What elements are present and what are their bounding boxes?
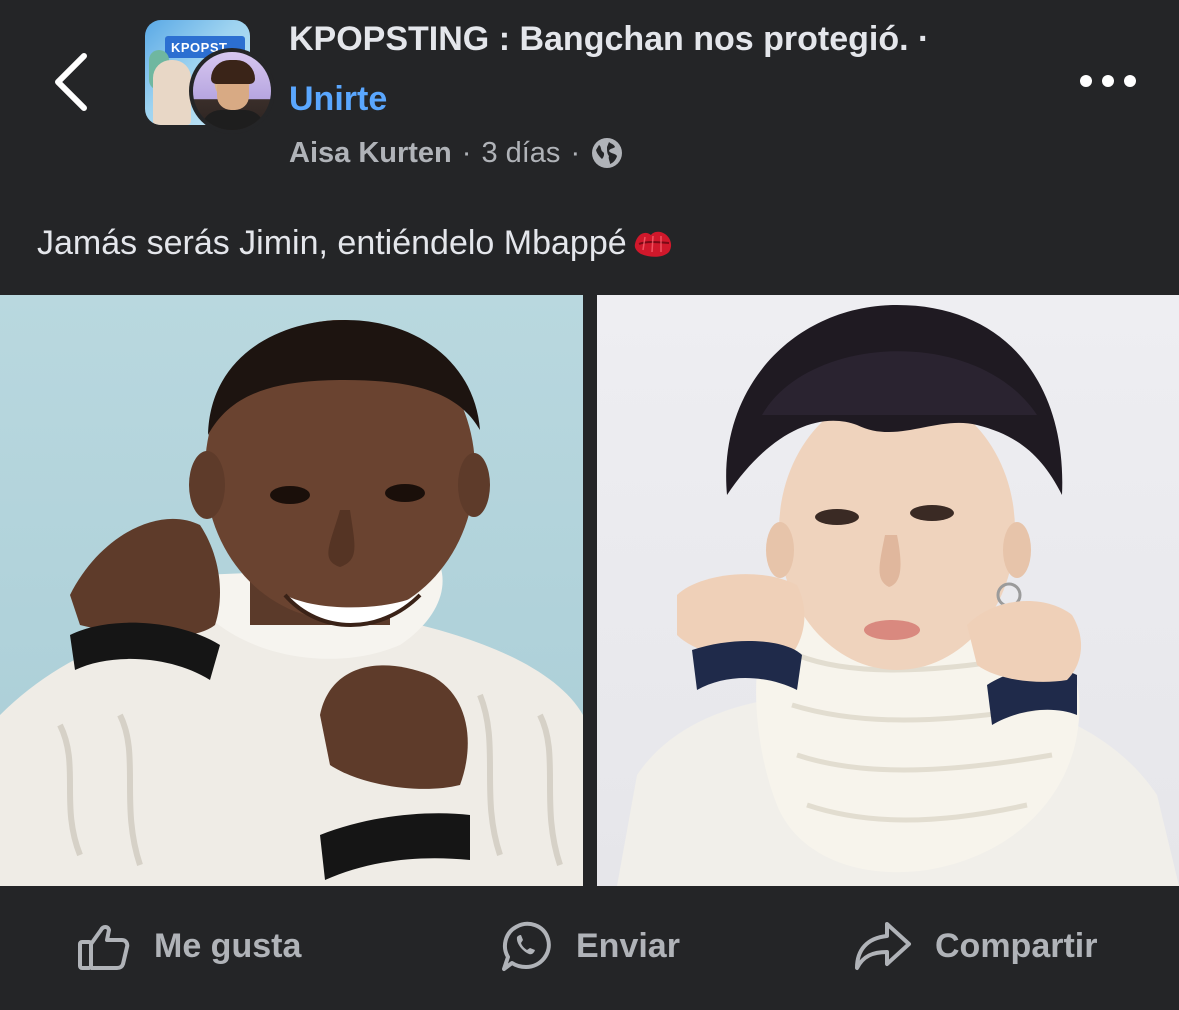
post-caption: Jamás serás Jimin, entiéndelo Mbappé <box>37 224 627 262</box>
photo-divider <box>583 295 597 886</box>
send-button[interactable]: Enviar <box>496 916 680 976</box>
meta-separator: · <box>461 136 472 169</box>
whatsapp-icon <box>502 921 551 971</box>
post-meta: Aisa Kurten · 3 días · <box>289 136 624 170</box>
like-label: Me gusta <box>154 926 302 965</box>
globe-icon <box>592 138 623 168</box>
post-time[interactable]: 3 días <box>481 137 560 170</box>
post-photos <box>0 295 1179 886</box>
group-avatar-stack[interactable]: KPOPST <box>145 20 275 134</box>
share-button[interactable]: Compartir <box>853 916 1097 976</box>
share-arrow-icon <box>855 922 911 970</box>
share-label: Compartir <box>935 926 1098 965</box>
kiss-mark-icon <box>634 231 671 257</box>
post-actions: Me gusta Enviar Compartir <box>0 886 1179 1010</box>
post-header: KPOPST KPOPSTING : Bangchan nos protegió… <box>0 0 1179 200</box>
photo-jimin-illustration <box>617 305 1179 886</box>
author-avatar-hair <box>211 60 255 84</box>
like-button[interactable]: Me gusta <box>76 916 301 976</box>
more-options-icon[interactable] <box>1076 64 1140 98</box>
group-avatar-figure <box>153 60 191 125</box>
author-avatar[interactable] <box>189 48 275 134</box>
back-chevron-icon[interactable] <box>46 50 96 114</box>
thumbs-up-icon <box>78 925 130 970</box>
group-title[interactable]: KPOPSTING : Bangchan nos protegió. · <box>289 20 929 59</box>
author-name[interactable]: Aisa Kurten <box>289 137 452 170</box>
meta-separator: · <box>570 136 581 169</box>
photo-mbappe[interactable] <box>0 295 583 886</box>
photo-mbappe-illustration <box>0 320 583 886</box>
author-avatar-shirt <box>201 110 265 130</box>
post-text: Jamás serás Jimin, entiéndelo Mbappé <box>37 224 675 263</box>
join-group-link[interactable]: Unirte <box>289 80 387 119</box>
send-label: Enviar <box>576 926 680 965</box>
photo-jimin[interactable] <box>597 295 1179 886</box>
